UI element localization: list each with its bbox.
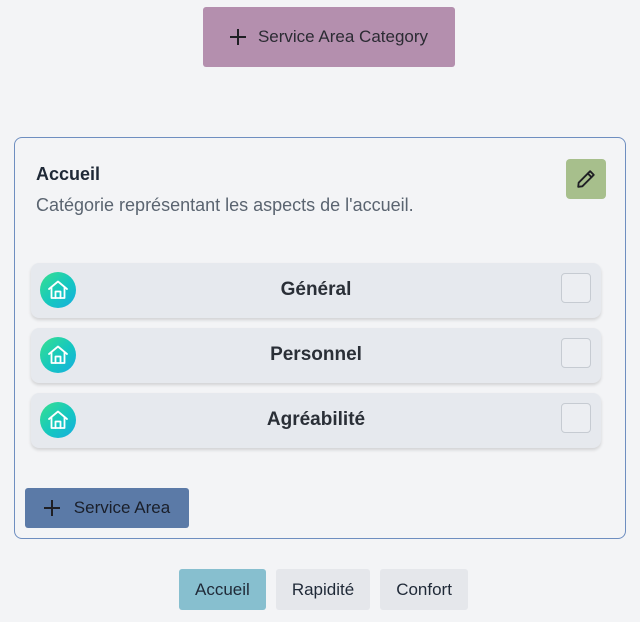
service-area-item-agreabilite[interactable]: Agréabilité: [31, 393, 601, 448]
service-area-checkbox[interactable]: [561, 273, 591, 303]
category-card: Accueil Catégorie représentant les aspec…: [14, 137, 626, 539]
pencil-icon: [577, 170, 595, 188]
add-service-area-category-button[interactable]: Service Area Category: [203, 7, 455, 67]
plus-icon: [229, 29, 246, 45]
category-tabs: Accueil Rapidité Confort: [179, 569, 468, 610]
add-service-area-label: Service Area: [73, 498, 171, 517]
service-area-label: Personnel: [270, 344, 362, 365]
service-area-label: Général: [280, 279, 352, 300]
tab-confort[interactable]: Confort: [380, 569, 468, 610]
category-title: Accueil: [36, 164, 101, 184]
service-area-checkbox[interactable]: [561, 403, 591, 433]
plus-icon: [43, 500, 60, 516]
service-area-label: Agréabilité: [266, 409, 366, 430]
edit-category-button[interactable]: [566, 159, 606, 199]
tab-accueil[interactable]: Accueil: [179, 569, 266, 610]
service-area-checkbox[interactable]: [561, 338, 591, 368]
tab-rapidite[interactable]: Rapidité: [275, 569, 371, 610]
add-service-area-button[interactable]: Service Area: [25, 488, 189, 528]
service-area-item-general[interactable]: Général: [31, 263, 601, 318]
service-area-item-personnel[interactable]: Personnel: [31, 328, 601, 383]
add-service-area-category-label: Service Area Category: [257, 27, 429, 46]
category-description: Catégorie représentant les aspects de l'…: [36, 195, 414, 215]
